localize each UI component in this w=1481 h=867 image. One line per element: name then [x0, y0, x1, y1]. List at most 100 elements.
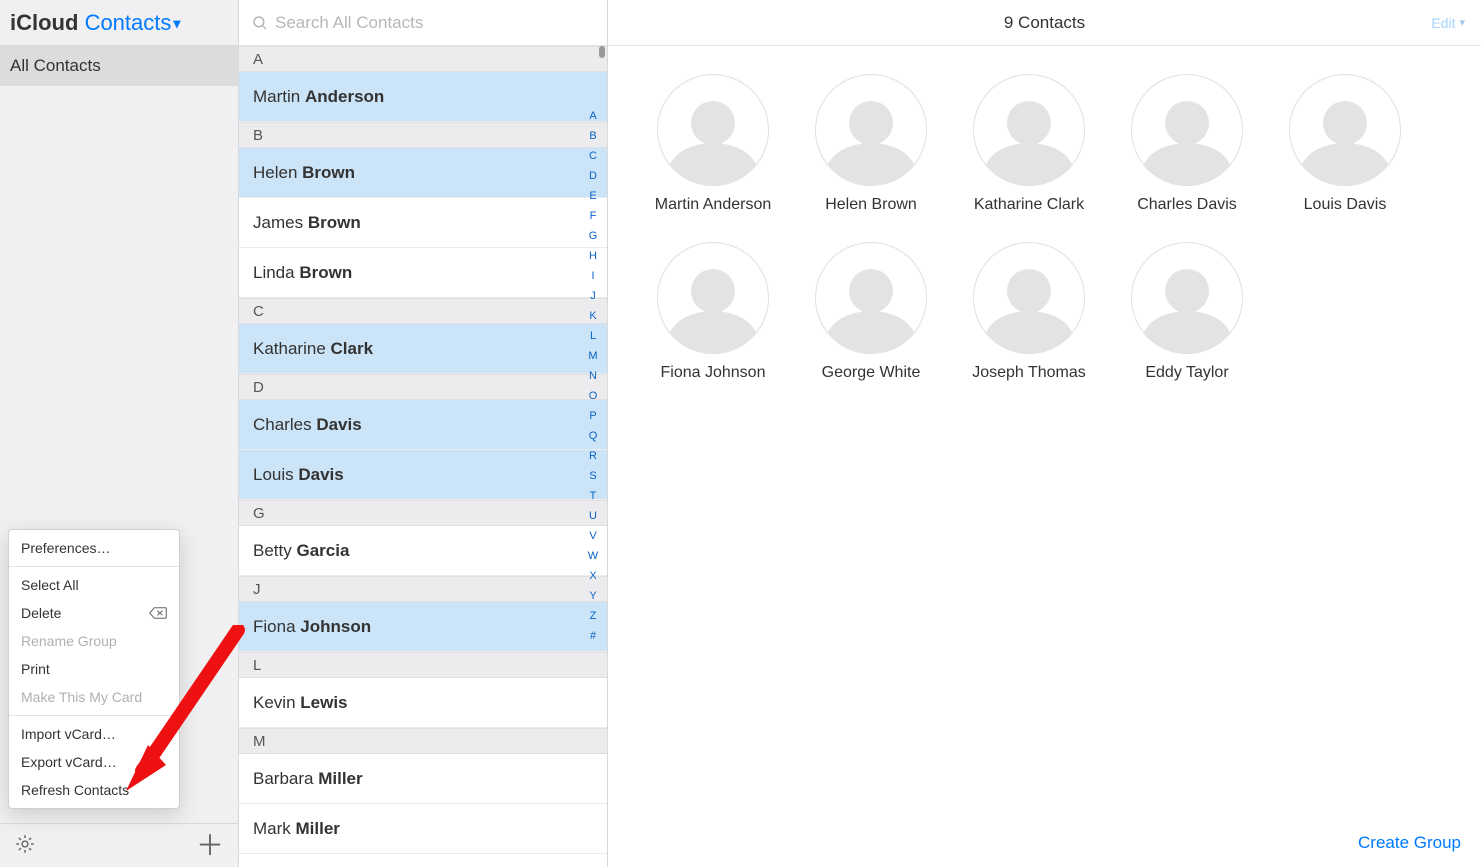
contact-last: Davis	[298, 465, 343, 485]
alpha-index-letter[interactable]: B	[589, 130, 596, 142]
alpha-index-letter[interactable]: A	[589, 110, 596, 122]
menu-item[interactable]: Delete	[9, 599, 179, 627]
sidebar: iCloud Contacts▾ All Contacts Preference…	[0, 0, 239, 867]
avatar	[1289, 74, 1401, 186]
alpha-index-letter[interactable]: Q	[589, 430, 598, 442]
contact-row[interactable]: Katharine Clark	[239, 324, 607, 374]
chevron-down-icon: ▾	[1459, 16, 1465, 29]
menu-item[interactable]: Refresh Contacts	[9, 776, 179, 804]
alpha-index-letter[interactable]: R	[589, 450, 597, 462]
contacts-column: AMartin AndersonBHelen BrownJames BrownL…	[239, 0, 608, 867]
alpha-index-letter[interactable]: Y	[589, 590, 596, 602]
contact-last: Miller	[318, 769, 362, 789]
menu-item[interactable]: Export vCard…	[9, 748, 179, 776]
contact-card-name: Charles Davis	[1137, 196, 1237, 214]
menu-item[interactable]: Import vCard…	[9, 720, 179, 748]
contacts-list[interactable]: AMartin AndersonBHelen BrownJames BrownL…	[239, 46, 607, 867]
contact-last: Brown	[302, 163, 355, 183]
alpha-index[interactable]: ABCDEFGHIJKLMNOPQRSTUVWXYZ #	[583, 110, 603, 642]
contact-first: James	[253, 213, 303, 233]
contact-row[interactable]: Mark Miller	[239, 804, 607, 854]
avatar	[815, 242, 927, 354]
list-section-header: M	[239, 728, 607, 754]
contact-row[interactable]: Helen Brown	[239, 148, 607, 198]
create-group-button[interactable]: Create Group	[1358, 833, 1461, 853]
alpha-index-letter[interactable]: F	[590, 210, 597, 222]
alpha-index-letter[interactable]: N	[589, 370, 597, 382]
contact-row[interactable]: Charles Davis	[239, 400, 607, 450]
alpha-index-letter[interactable]: L	[590, 330, 596, 342]
scrollbar-thumb[interactable]	[599, 46, 605, 58]
alpha-index-letter[interactable]: D	[589, 170, 597, 182]
contact-first: Linda	[253, 263, 295, 283]
contact-card[interactable]: George White	[806, 242, 936, 382]
add-icon[interactable]: ＋	[196, 832, 224, 860]
avatar	[1131, 242, 1243, 354]
contact-card[interactable]: Fiona Johnson	[648, 242, 778, 382]
alpha-index-letter[interactable]: T	[590, 490, 597, 502]
contact-card[interactable]: Charles Davis	[1122, 74, 1252, 214]
contact-last: Davis	[316, 415, 361, 435]
alpha-index-letter[interactable]: C	[589, 150, 597, 162]
alpha-index-letter[interactable]: K	[589, 310, 596, 322]
contact-row[interactable]: Linda Brown	[239, 248, 607, 298]
menu-item-label: Export vCard…	[21, 754, 117, 770]
menu-item[interactable]: Select All	[9, 571, 179, 599]
menu-separator	[9, 566, 179, 567]
menu-item: Make This My Card	[9, 683, 179, 711]
menu-item[interactable]: Preferences…	[9, 534, 179, 562]
sidebar-group[interactable]: All Contacts	[0, 46, 238, 86]
contact-row[interactable]: Louis Davis	[239, 450, 607, 500]
menu-item-label: Select All	[21, 577, 79, 593]
list-section-header: G	[239, 500, 607, 526]
contact-card[interactable]: Joseph Thomas	[964, 242, 1094, 382]
alpha-index-letter[interactable]: M	[588, 350, 597, 362]
contact-first: Mark	[253, 819, 291, 839]
module-name: Contacts	[85, 10, 172, 35]
alpha-index-letter[interactable]: S	[589, 470, 596, 482]
contact-last: Johnson	[300, 617, 371, 637]
alpha-index-letter[interactable]: J	[590, 290, 596, 302]
alpha-index-letter[interactable]: V	[589, 530, 596, 542]
contact-card[interactable]: Helen Brown	[806, 74, 936, 214]
contact-last: Clark	[331, 339, 374, 359]
contact-first: Helen	[253, 163, 297, 183]
alpha-index-letter[interactable]: I	[591, 270, 594, 282]
alpha-index-letter[interactable]: H	[589, 250, 597, 262]
contact-card-name: Fiona Johnson	[661, 364, 766, 382]
menu-item-label: Make This My Card	[21, 689, 142, 705]
avatar	[973, 242, 1085, 354]
alpha-index-letter[interactable]: W	[588, 550, 598, 562]
contact-row[interactable]: Betty Garcia	[239, 526, 607, 576]
contact-card-name: Eddy Taylor	[1145, 364, 1228, 382]
edit-button[interactable]: Edit ▾	[1431, 15, 1465, 31]
alpha-index-letter[interactable]: U	[589, 510, 597, 522]
alpha-index-letter[interactable]: Z	[590, 610, 597, 622]
menu-item-label: Preferences…	[21, 540, 110, 556]
contact-card[interactable]: Katharine Clark	[964, 74, 1094, 214]
alpha-index-letter[interactable]: E	[589, 190, 596, 202]
alpha-index-letter[interactable]: P	[589, 410, 596, 422]
menu-item[interactable]: Print	[9, 655, 179, 683]
contact-card[interactable]: Martin Anderson	[648, 74, 778, 214]
search-input[interactable]	[275, 13, 595, 33]
alpha-index-letter[interactable]: X	[589, 570, 596, 582]
avatar	[973, 74, 1085, 186]
menu-separator	[9, 715, 179, 716]
alpha-index-letter[interactable]: #	[590, 630, 596, 642]
app-title[interactable]: iCloud Contacts▾	[10, 10, 180, 36]
contact-card[interactable]: Louis Davis	[1280, 74, 1410, 214]
contact-row[interactable]: Martin Anderson	[239, 72, 607, 122]
contact-row[interactable]: James Brown	[239, 198, 607, 248]
contact-card[interactable]: Eddy Taylor	[1122, 242, 1252, 382]
alpha-index-letter[interactable]: O	[589, 390, 598, 402]
contact-row[interactable]: Fiona Johnson	[239, 602, 607, 652]
contact-card-name: Katharine Clark	[974, 196, 1084, 214]
avatar	[1131, 74, 1243, 186]
alpha-index-letter[interactable]: G	[589, 230, 598, 242]
gear-icon[interactable]	[14, 833, 36, 859]
avatar	[815, 74, 927, 186]
app-header: iCloud Contacts▾	[0, 0, 238, 46]
contact-row[interactable]: Barbara Miller	[239, 754, 607, 804]
contact-row[interactable]: Kevin Lewis	[239, 678, 607, 728]
